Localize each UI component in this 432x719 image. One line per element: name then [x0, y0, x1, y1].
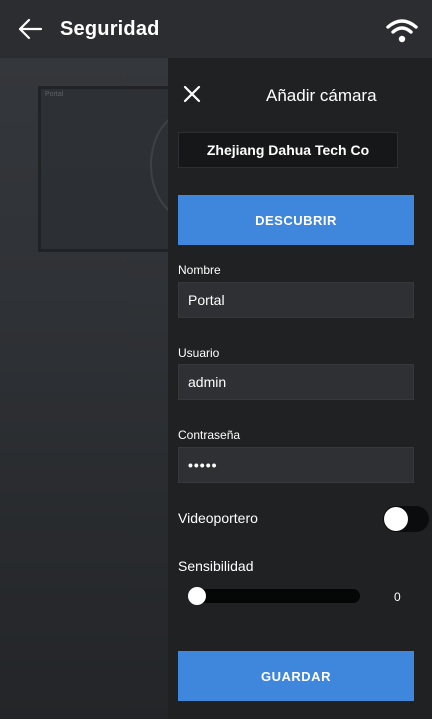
arrow-left-icon — [18, 18, 43, 40]
toggle-knob — [384, 507, 408, 531]
add-camera-panel: Añadir cámara Zhejiang Dahua Tech Co DES… — [168, 58, 432, 719]
top-bar: Seguridad — [0, 0, 432, 58]
name-label: Nombre — [178, 263, 221, 277]
name-field[interactable]: Portal — [178, 282, 414, 318]
user-field[interactable]: admin — [178, 364, 414, 400]
sensitivity-value: 0 — [394, 590, 401, 604]
brand-selector[interactable]: Zhejiang Dahua Tech Co — [178, 132, 398, 168]
close-icon — [183, 85, 201, 103]
password-label: Contraseña — [178, 428, 241, 442]
intercom-label: Videoportero — [178, 510, 258, 526]
app-root: Seguridad Portal Añadir cámara Zhejiang … — [0, 0, 432, 719]
intercom-toggle[interactable] — [383, 506, 429, 532]
password-value: ••••• — [188, 457, 218, 473]
name-value: Portal — [188, 292, 225, 308]
wifi-icon — [386, 18, 418, 44]
camera-card-label: Portal — [45, 91, 64, 98]
panel-header: Añadir cámara — [168, 58, 432, 130]
back-button[interactable] — [6, 0, 54, 58]
save-button[interactable]: GUARDAR — [178, 651, 414, 701]
discover-button[interactable]: DESCUBRIR — [178, 195, 414, 245]
sensitivity-label: Sensibilidad — [178, 558, 254, 574]
panel-title: Añadir cámara — [266, 86, 377, 105]
slider-thumb[interactable] — [188, 587, 206, 605]
page-title: Seguridad — [60, 17, 160, 40]
user-value: admin — [188, 374, 227, 390]
sensitivity-slider[interactable] — [188, 587, 360, 605]
user-label: Usuario — [178, 346, 220, 360]
password-field[interactable]: ••••• — [178, 447, 414, 483]
close-button[interactable] — [182, 84, 202, 104]
